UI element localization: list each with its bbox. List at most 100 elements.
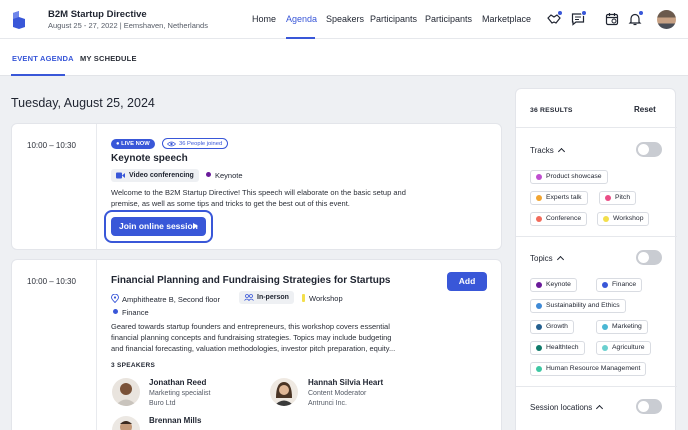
nav-home[interactable]: Home [252, 14, 276, 24]
filter-tag-label: Finance [612, 281, 637, 288]
results-count: 36 RESULTS [530, 107, 573, 114]
locations-toggle[interactable] [636, 399, 662, 414]
card-divider [96, 124, 97, 249]
panel-divider [516, 386, 677, 387]
filter-tag-keynote[interactable]: Keynote [530, 278, 577, 292]
filter-tag-product-showcase[interactable]: Product showcase [530, 170, 608, 184]
card-divider [96, 260, 97, 430]
filter-tag-label: Marketing [612, 323, 642, 330]
speaker-role: Content Moderator [308, 390, 367, 397]
event-dates-location: August 25 - 27, 2022 | Eemshaven, Nether… [48, 21, 208, 30]
track-tag: Keynote [206, 171, 243, 180]
tracks-toggle[interactable] [636, 142, 662, 157]
filter-tag-label: Workshop [613, 215, 644, 222]
filter-tag-label: Pitch [615, 194, 631, 201]
format-label: In-person [257, 294, 289, 301]
date-heading: Tuesday, August 25, 2024 [11, 96, 155, 110]
topics-section-header[interactable]: Topics [530, 254, 564, 264]
track-label: Keynote [215, 171, 243, 180]
filter-tag-agriculture[interactable]: Agriculture [596, 341, 651, 355]
locations-title: Session locations [530, 403, 593, 412]
chevron-up-icon [557, 147, 565, 156]
format-chip: In-person [239, 291, 294, 304]
filter-tag-label: Growth [546, 323, 568, 330]
topic-tag: Finance [113, 308, 149, 317]
session-description: Welcome to the B2M Startup Directive! Th… [111, 187, 441, 209]
people-joined-count: 36 People joined [179, 141, 223, 147]
description-line: Welcome to the B2M Startup Directive! Th… [111, 188, 406, 197]
speaker-org: Antrunci Inc. [308, 400, 347, 407]
speakers-count-label: 3 SPEAKERS [111, 362, 156, 369]
speaker-name[interactable]: Brennan Mills [149, 416, 201, 425]
filter-tag-workshop[interactable]: Workshop [597, 212, 650, 226]
session-description: Geared towards startup founders and entr… [111, 321, 441, 354]
filter-tag-conference[interactable]: Conference [530, 212, 588, 226]
reset-filters-button[interactable]: Reset [634, 105, 656, 114]
nav-participants-2[interactable]: Participants [425, 14, 472, 24]
tab-my-schedule[interactable]: MY SCHEDULE [80, 54, 137, 63]
filter-tag-label: Agriculture [612, 344, 645, 351]
join-label: Join online session [119, 221, 198, 231]
session-title: Financial Planning and Fundraising Strat… [111, 275, 391, 286]
filter-tag-finance[interactable]: Finance [596, 278, 643, 292]
tab-event-agenda[interactable]: EVENT AGENDA [12, 54, 74, 63]
filters-panel: 36 RESULTS Reset Tracks Product showcase… [515, 88, 677, 430]
filter-tag-healthtech[interactable]: Healthtech [530, 341, 585, 355]
description-line: financial planning concepts and fundrais… [111, 333, 392, 342]
speaker-name[interactable]: Jonathan Reed [149, 378, 206, 387]
filter-tag-experts-talk[interactable]: Experts talk [530, 191, 588, 205]
speaker-role: Marketing specialist [149, 390, 211, 397]
event-title: B2M Startup Directive [48, 9, 147, 20]
tracks-title: Tracks [530, 146, 554, 155]
topic-label: Finance [122, 308, 149, 317]
type-label: Workshop [309, 294, 343, 303]
filter-tag-hr-management[interactable]: Human Resource Management [530, 362, 647, 376]
format-label: Video conferencing [129, 172, 194, 179]
filter-tag-label: Sustainability and Ethics [546, 302, 620, 309]
location-label: Amphitheatre B, Second floor [122, 295, 220, 304]
session-time: 10:00 – 10:30 [27, 277, 76, 286]
eye-icon [167, 141, 176, 147]
filter-tag-growth[interactable]: Growth [530, 320, 574, 334]
nav-participants[interactable]: Participants [370, 14, 417, 24]
format-chip: Video conferencing [111, 169, 199, 182]
people-icon [244, 294, 254, 301]
bell-icon[interactable] [628, 10, 644, 26]
filter-tag-label: Conference [546, 215, 582, 222]
location-tag: Amphitheatre B, Second floor [111, 293, 220, 304]
session-card-keynote: 10:00 – 10:30 ● LIVE NOW 36 People joine… [11, 123, 502, 250]
join-online-session-button[interactable]: Join online session [111, 217, 206, 236]
filter-tag-label: Experts talk [546, 194, 582, 201]
play-icon [193, 223, 198, 229]
nav-marketplace[interactable]: Marketplace [482, 14, 531, 24]
user-avatar[interactable] [657, 10, 676, 29]
speaker-photo-hannah[interactable] [270, 378, 298, 406]
handshake-icon[interactable] [547, 10, 563, 26]
add-to-schedule-button[interactable]: Add [447, 272, 487, 291]
speaker-name[interactable]: Hannah Silvia Heart [308, 378, 383, 387]
chat-icon[interactable] [571, 10, 587, 26]
session-card-workshop: 10:00 – 10:30 Financial Planning and Fun… [11, 259, 502, 430]
speaker-photo-jonathan[interactable] [112, 378, 140, 406]
topics-toggle[interactable] [636, 250, 662, 265]
people-joined-badge: 36 People joined [162, 138, 229, 149]
filter-tag-sustainability[interactable]: Sustainability and Ethics [530, 299, 626, 313]
video-icon [116, 172, 125, 179]
tracks-section-header[interactable]: Tracks [530, 146, 565, 156]
chevron-up-icon [556, 255, 564, 264]
description-line: Geared towards startup founders and entr… [111, 322, 390, 331]
calendar-icon[interactable] [605, 12, 619, 26]
filter-tag-label: Human Resource Management [546, 365, 641, 372]
session-time: 10:00 – 10:30 [27, 141, 76, 150]
panel-divider [516, 236, 677, 237]
session-title: Keynote speech [111, 153, 188, 164]
nav-speakers[interactable]: Speakers [326, 14, 364, 24]
nav-agenda[interactable]: Agenda [286, 14, 317, 24]
filter-tag-label: Keynote [546, 281, 571, 288]
top-header: B2M Startup Directive August 25 - 27, 20… [0, 0, 688, 39]
filter-tag-pitch[interactable]: Pitch [599, 191, 637, 205]
topics-title: Topics [530, 254, 553, 263]
filter-tag-marketing[interactable]: Marketing [596, 320, 648, 334]
panel-divider [516, 127, 677, 128]
locations-section-header[interactable]: Session locations [530, 403, 604, 413]
